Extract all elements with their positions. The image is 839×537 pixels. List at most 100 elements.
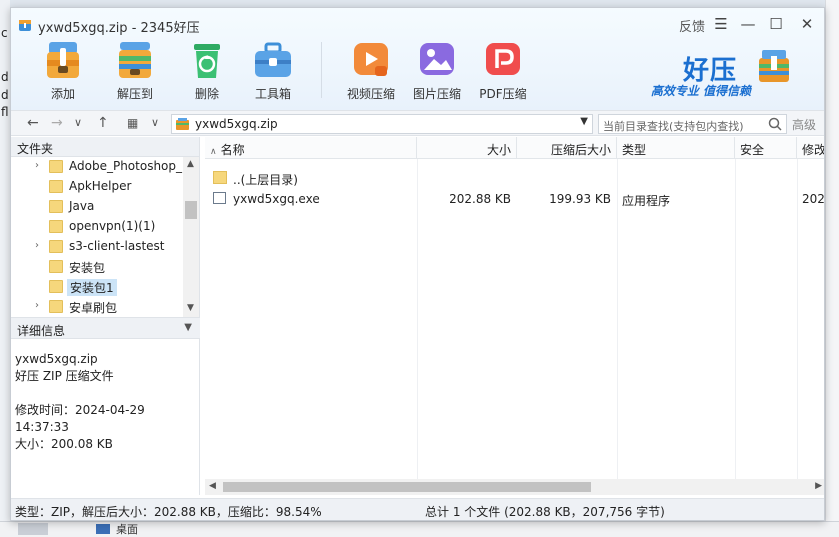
haozip-app-icon — [19, 20, 31, 31]
tree-item-label: s3-client-lastest — [69, 239, 165, 253]
tree-item-apkhelper[interactable]: ApkHelper — [11, 177, 183, 197]
desktop-folder-icon — [96, 524, 110, 534]
window-title: yxwd5xgq.zip - 2345好压 — [38, 21, 200, 36]
tree-item-label: Java — [69, 199, 95, 213]
minimize-icon[interactable]: — — [739, 15, 757, 33]
tree-item-label: openvpn(1)(1) — [69, 219, 156, 233]
column-size[interactable]: 大小 — [417, 137, 517, 159]
tree-item-label: 安卓刷包 — [69, 301, 118, 315]
pdf-compress-button[interactable]: PDF压缩 — [474, 38, 532, 104]
toolbox-icon — [255, 42, 291, 77]
pdf-compress-label: PDF压缩 — [479, 87, 527, 101]
video-compress-button[interactable]: 视频压缩 — [342, 38, 400, 104]
image-compress-label: 图片压缩 — [412, 87, 461, 101]
add-button[interactable]: 添加 — [34, 38, 92, 104]
tree-item-java[interactable]: Java — [11, 197, 183, 217]
tree-item-label: 安装包1 — [67, 279, 117, 296]
recycle-icon — [194, 44, 220, 78]
tree-item-s3-client[interactable]: › s3-client-lastest — [11, 237, 183, 257]
tree-item-android-rom[interactable]: › 安卓刷包 — [11, 297, 183, 317]
search-input[interactable]: 当前目录查找(支持包内查找) — [598, 114, 787, 134]
search-icon[interactable] — [768, 117, 782, 131]
status-archive-info: 类型：ZIP，解压后大小：202.88 KB，压缩比：98.54% — [15, 505, 322, 519]
folder-icon — [49, 200, 63, 213]
tree-item-label: 安装包 — [69, 261, 106, 275]
tree-item-label: Adobe_Photoshop_ — [69, 159, 183, 173]
tree-item-installers[interactable]: 安装包 — [11, 257, 183, 277]
add-icon — [47, 42, 79, 78]
scroll-down-icon[interactable]: ▼ — [187, 303, 194, 313]
back-icon[interactable]: ← — [27, 115, 39, 131]
tree-item-openvpn[interactable]: openvpn(1)(1) — [11, 217, 183, 237]
column-header: ∧名称 大小 压缩后大小 类型 安全 修改时 — [205, 137, 824, 159]
toolbox-label: 工具箱 — [254, 87, 291, 101]
extract-label: 解压到 — [116, 87, 153, 101]
tree-item-installers-1[interactable]: 安装包1 — [11, 277, 183, 297]
forward-icon[interactable]: → — [51, 115, 63, 131]
image-compress-icon — [420, 43, 454, 75]
scroll-right-icon[interactable]: ▶ — [815, 481, 822, 491]
path-field[interactable]: yxwd5xgq.zip ▼ — [171, 114, 593, 134]
column-name[interactable]: ∧ 名称 — [205, 137, 417, 159]
search-placeholder: 当前目录查找(支持包内查找) — [603, 120, 744, 133]
expand-icon[interactable]: › — [35, 240, 39, 251]
status-total: 总计 1 个文件 (202.88 KB，207,756 字节) — [425, 505, 665, 519]
column-type[interactable]: 类型 — [617, 137, 735, 159]
details-size: 大小：200.08 KB — [15, 437, 113, 451]
expand-icon[interactable]: › — [35, 300, 39, 311]
file-type: 应用程序 — [622, 194, 671, 208]
file-list: ∧名称 大小 压缩后大小 类型 安全 修改时 ..(上层目录) yxwd5xgq… — [205, 137, 825, 495]
history-dropdown-icon[interactable]: ∨ — [74, 116, 82, 129]
file-size: 202.88 KB — [449, 192, 511, 206]
folder-icon — [49, 280, 63, 293]
folder-tree: 文件夹 › Adobe_Photoshop_ ApkHelper Java op… — [11, 137, 200, 317]
path-text: yxwd5xgq.zip — [195, 117, 278, 131]
details-panel: yxwd5xgq.zip 好压 ZIP 压缩文件 修改时间：2024-04-29… — [11, 339, 200, 495]
details-modified: 修改时间：2024-04-29 14:37:33 — [15, 403, 145, 434]
folder-icon — [213, 171, 227, 184]
background-text: c — [1, 26, 8, 40]
brand-slogan: 高效专业 值得信赖 — [650, 84, 751, 98]
path-dropdown-icon[interactable]: ▼ — [580, 116, 588, 127]
file-list-hscrollbar[interactable]: ◀ ▶ — [205, 479, 824, 495]
address-bar: ← → ∨ ↑ ▦ ∨ yxwd5xgq.zip ▼ 当前目录查找(支持包内查找… — [11, 110, 824, 136]
extract-icon — [119, 42, 151, 78]
add-label: 添加 — [50, 87, 75, 101]
view-dropdown-icon[interactable]: ∨ — [151, 116, 159, 129]
scroll-up-icon[interactable]: ▲ — [187, 159, 194, 169]
toolbox-button[interactable]: 工具箱 — [244, 38, 302, 104]
extract-button[interactable]: 解压到 — [106, 38, 164, 104]
background-text: fl — [1, 105, 9, 119]
scrollbar-thumb[interactable] — [223, 482, 591, 492]
scrollbar-thumb[interactable] — [185, 201, 197, 219]
folder-tree-scrollbar[interactable]: ▲ ▼ — [183, 157, 199, 317]
scroll-left-icon[interactable]: ◀ — [209, 481, 216, 491]
tree-item-adobe-photoshop[interactable]: › Adobe_Photoshop_ — [11, 157, 183, 177]
details-header[interactable]: 详细信息 ▼ — [11, 317, 200, 339]
up-folder-icon[interactable]: ↑ — [97, 115, 109, 131]
feedback-link[interactable]: 反馈 — [679, 16, 705, 35]
folder-icon — [49, 160, 63, 173]
video-compress-label: 视频压缩 — [346, 87, 395, 101]
folder-pane-header: 文件夹 — [11, 137, 199, 157]
delete-label: 删除 — [194, 87, 219, 101]
close-icon[interactable]: ✕ — [798, 15, 816, 33]
table-row[interactable]: yxwd5xgq.exe 202.88 KB 199.93 KB 应用程序 20… — [205, 189, 825, 209]
advanced-search-button[interactable]: 高级 — [792, 116, 816, 133]
column-modified[interactable]: 修改时 — [797, 137, 824, 159]
view-mode-icon[interactable]: ▦ — [127, 116, 138, 130]
column-compressed-size[interactable]: 压缩后大小 — [517, 137, 617, 159]
menu-icon[interactable]: ☰ — [712, 15, 730, 33]
parent-directory-row[interactable]: ..(上层目录) — [205, 168, 824, 188]
file-modified: 2024- — [802, 192, 825, 206]
maximize-icon[interactable]: ☐ — [767, 15, 785, 33]
file-name: yxwd5xgq.exe — [233, 192, 320, 206]
expand-icon[interactable]: › — [35, 160, 39, 171]
column-security[interactable]: 安全 — [735, 137, 797, 159]
desktop-background-left: c d d fl — [0, 0, 10, 537]
image-compress-button[interactable]: 图片压缩 — [408, 38, 466, 104]
zip-file-icon — [176, 118, 189, 130]
delete-button[interactable]: 删除 — [178, 38, 236, 104]
sort-up-icon: ∧ — [210, 147, 217, 157]
collapse-icon[interactable]: ▼ — [184, 322, 192, 333]
